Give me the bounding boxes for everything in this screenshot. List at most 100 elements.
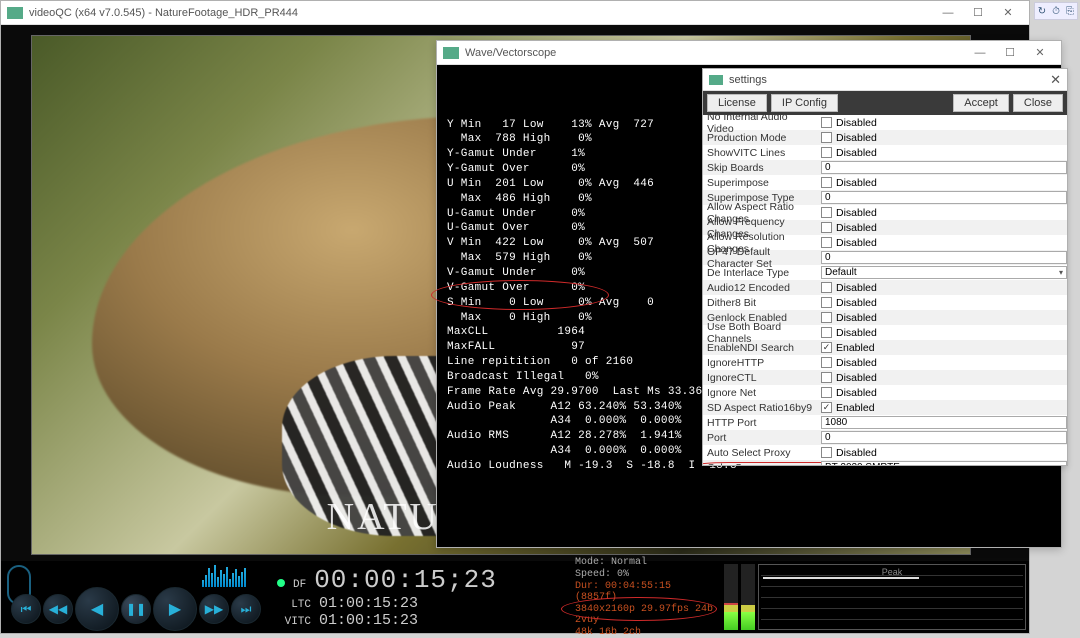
tool-icon[interactable]: ⏱: [1049, 3, 1063, 19]
mini-meters: [201, 563, 271, 587]
main-window-title: videoQC (x64 v7.0.545) - NatureFootage_H…: [29, 7, 933, 19]
settings-row-value: Disabled: [817, 357, 1067, 369]
settings-row-value: Disabled: [817, 372, 1067, 384]
app-icon: [443, 47, 459, 59]
text-input[interactable]: 0: [821, 161, 1067, 174]
ltc-value: 01:00:15:23: [319, 595, 418, 612]
settings-row-value: Disabled: [817, 282, 1067, 294]
play-back-button[interactable]: ◀: [75, 587, 119, 631]
checkbox[interactable]: [821, 147, 832, 158]
df-label: DF: [293, 579, 306, 591]
checkbox[interactable]: [821, 327, 832, 338]
checkbox[interactable]: [821, 297, 832, 308]
settings-row: HTTP Port 1080: [703, 415, 1067, 430]
settings-row-value: 0: [817, 191, 1067, 204]
settings-row: ShowVITC LinesDisabled: [703, 145, 1067, 160]
settings-row-value: Disabled: [817, 147, 1067, 159]
settings-body: No Internal Audio VideoDisabledProductio…: [703, 115, 1067, 465]
settings-row-label: Ignore Net: [703, 387, 817, 399]
checkbox[interactable]: [821, 357, 832, 368]
settings-row: Production ModeDisabled: [703, 130, 1067, 145]
checkbox[interactable]: ✓: [821, 402, 832, 413]
checkbox[interactable]: [821, 447, 832, 458]
checkbox[interactable]: [821, 207, 832, 218]
settings-row-value: ✓ Enabled: [817, 342, 1067, 354]
close-button[interactable]: ✕: [1039, 72, 1061, 88]
tool-icon[interactable]: ↻: [1035, 3, 1049, 19]
close-button[interactable]: Close: [1013, 94, 1063, 112]
pause-button[interactable]: ❚❚: [121, 594, 151, 624]
tab-license[interactable]: License: [707, 94, 767, 112]
settings-row-label: HTTP Port: [703, 417, 817, 429]
checkbox-label: Disabled: [836, 372, 877, 384]
settings-row-value: Disabled: [817, 117, 1067, 129]
minimize-button[interactable]: —: [965, 43, 995, 63]
settings-row-value: 0: [817, 431, 1067, 444]
checkbox[interactable]: [821, 312, 832, 323]
minimize-button[interactable]: —: [933, 3, 963, 23]
settings-row: OP47 Default Character Set0: [703, 250, 1067, 265]
transport-bar: ⏮ ◀◀ ◀ ❚❚ ▶ ▶▶ ⏭ DF 00:00:15;23 LTC 01:0…: [1, 561, 1029, 633]
settings-row-label: EnableNDI Search: [703, 342, 817, 354]
settings-row-value: Disabled: [817, 222, 1067, 234]
maximize-button[interactable]: ☐: [963, 3, 993, 23]
settings-row-value: Disabled: [817, 312, 1067, 324]
settings-row-label: IgnoreHTTP: [703, 357, 817, 369]
checkbox[interactable]: [821, 117, 832, 128]
maximize-button[interactable]: ☐: [995, 43, 1025, 63]
checkbox[interactable]: [821, 177, 832, 188]
close-button[interactable]: ✕: [993, 3, 1023, 23]
checkbox[interactable]: [821, 237, 832, 248]
dropdown[interactable]: Default▾: [821, 266, 1067, 279]
checkbox[interactable]: [821, 282, 832, 293]
tool-icon[interactable]: ⎘: [1063, 3, 1077, 19]
settings-row: Audio12 EncodedDisabled: [703, 280, 1067, 295]
wave-titlebar: Wave/Vectorscope — ☐ ✕: [437, 41, 1061, 65]
play-button[interactable]: ▶: [153, 587, 197, 631]
settings-row: SD Aspect Ratio16by9✓Enabled: [703, 400, 1067, 415]
checkbox-label: Disabled: [836, 237, 877, 249]
checkbox-label: Disabled: [836, 207, 877, 219]
ltc-label: LTC: [277, 599, 311, 611]
ffwd-button[interactable]: ⏭: [231, 594, 261, 624]
checkbox[interactable]: [821, 132, 832, 143]
settings-row-value: Disabled: [817, 387, 1067, 399]
settings-row: IgnoreHTTPDisabled: [703, 355, 1067, 370]
text-input[interactable]: 0: [821, 431, 1067, 444]
main-titlebar: videoQC (x64 v7.0.545) - NatureFootage_H…: [1, 1, 1029, 25]
step-fwd-button[interactable]: ▶▶: [199, 594, 229, 624]
checkbox[interactable]: [821, 222, 832, 233]
accept-button[interactable]: Accept: [953, 94, 1009, 112]
checkbox[interactable]: [821, 372, 832, 383]
step-back-button[interactable]: ◀◀: [43, 594, 73, 624]
rewind-button[interactable]: ⏮: [11, 594, 41, 624]
text-input[interactable]: 0: [821, 251, 1067, 264]
dur-label: Dur:: [575, 581, 599, 592]
settings-row-label: Color Space: [703, 462, 817, 466]
settings-row-value: 1080: [817, 416, 1067, 429]
checkbox-label: Enabled: [836, 342, 875, 354]
text-input[interactable]: 1080: [821, 416, 1067, 429]
format-line-2: 48k 16b 2ch: [575, 627, 717, 638]
wave-window-title: Wave/Vectorscope: [465, 47, 965, 59]
checkbox[interactable]: ✓: [821, 342, 832, 353]
vitc-value: 01:00:15:23: [319, 612, 418, 629]
settings-row: Auto Select ProxyDisabled: [703, 445, 1067, 460]
format-line-1: 3840x2160p 29.97fps 24b 2vuy: [575, 604, 717, 626]
settings-row-label: Superimpose: [703, 177, 817, 189]
settings-titlebar: settings ✕: [703, 69, 1067, 91]
checkbox[interactable]: [821, 387, 832, 398]
settings-row: Skip Boards0: [703, 160, 1067, 175]
checkbox-label: Disabled: [836, 147, 877, 159]
checkbox-label: Disabled: [836, 312, 877, 324]
close-button[interactable]: ✕: [1025, 43, 1055, 63]
settings-row-value: Disabled: [817, 297, 1067, 309]
settings-row-value: Disabled: [817, 447, 1067, 459]
settings-row-label: Dither8 Bit: [703, 297, 817, 309]
checkbox-label: Disabled: [836, 327, 877, 339]
tab-ip-config[interactable]: IP Config: [771, 94, 838, 112]
watermark-text: NATU: [327, 495, 440, 539]
settings-row: Port0: [703, 430, 1067, 445]
text-input[interactable]: 0: [821, 191, 1067, 204]
dropdown[interactable]: BT 2020 SMPTE▾: [821, 461, 1067, 465]
